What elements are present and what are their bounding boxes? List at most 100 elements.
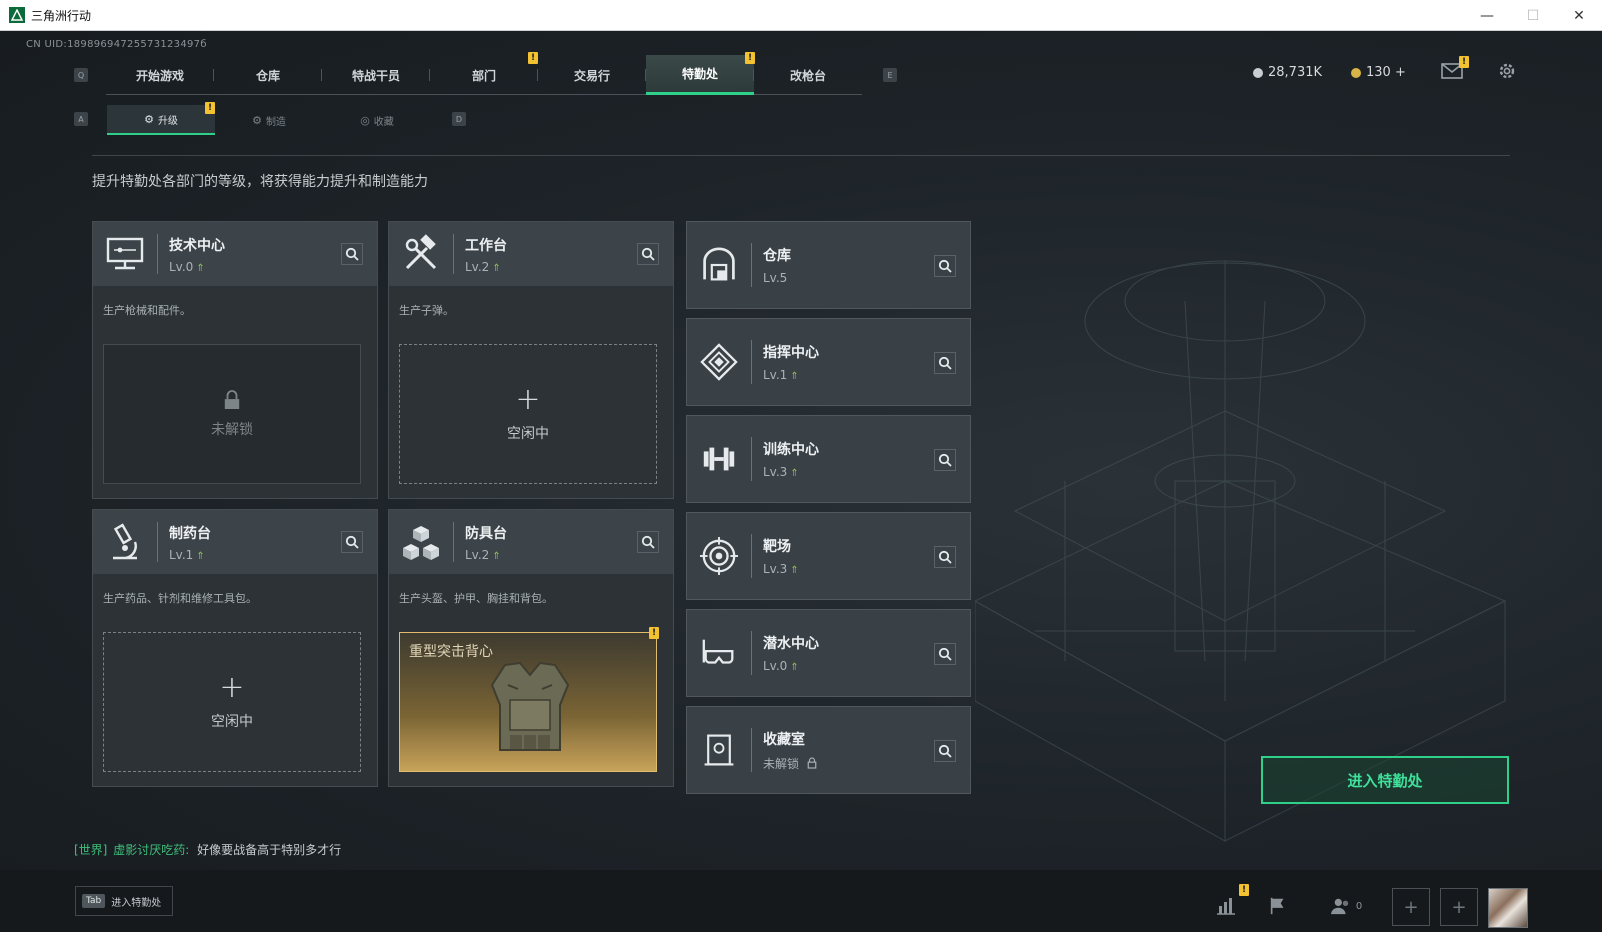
close-button[interactable]: ✕ bbox=[1556, 0, 1602, 31]
search-icon[interactable] bbox=[637, 531, 659, 553]
workbench-level: Lv.2 bbox=[465, 259, 490, 274]
tab-gunsmith[interactable]: 改枪台 bbox=[754, 55, 862, 95]
party-slot-1[interactable]: + bbox=[1392, 888, 1430, 926]
pharmacy-desc: 生产药品、针剂和维修工具包。 bbox=[103, 592, 257, 605]
tech-center-slot-label: 未解锁 bbox=[211, 422, 253, 438]
search-icon[interactable] bbox=[934, 546, 956, 568]
search-icon[interactable] bbox=[934, 255, 956, 277]
add-icon: + bbox=[219, 670, 245, 705]
cubes-icon bbox=[389, 510, 453, 574]
search-icon[interactable] bbox=[341, 531, 363, 553]
collection-icon: ◎ bbox=[360, 113, 370, 127]
subtab-craft-label: 制造 bbox=[265, 116, 286, 128]
chat-message: 好像要战备高于特别多才行 bbox=[197, 843, 342, 857]
upgrade-arrow-icon: ⇑ bbox=[492, 262, 501, 274]
card-diving-center[interactable]: 潜水中心 Lv.0 ⇑ bbox=[686, 609, 971, 697]
coupon-amount: 130 + bbox=[1366, 65, 1406, 80]
page-description: 提升特勤处各部门的等级，将获得能力提升和制造能力 bbox=[92, 174, 428, 190]
subtab-collection-label: 收藏 bbox=[373, 116, 394, 128]
app-logo-icon bbox=[9, 7, 25, 23]
key-hint-q: Q bbox=[74, 68, 88, 82]
card-shooting-range[interactable]: 靶场 Lv.3 ⇑ bbox=[686, 512, 971, 600]
card-command-center[interactable]: 指挥中心 Lv.1 ⇑ bbox=[686, 318, 971, 406]
card-collection-room[interactable]: 收藏室 未解锁 bbox=[686, 706, 971, 794]
card-training-center[interactable]: 训练中心 Lv.3 ⇑ bbox=[686, 415, 971, 503]
search-icon[interactable] bbox=[934, 740, 956, 762]
chat-channel: [世界] bbox=[74, 843, 108, 857]
collection-room-name: 收藏室 bbox=[763, 731, 805, 748]
subtab-upgrade[interactable]: ⚙ 升级 bbox=[107, 105, 215, 135]
minimize-button[interactable]: — bbox=[1464, 0, 1510, 31]
tab-operators[interactable]: 特战干员 bbox=[322, 55, 430, 95]
tab-special-ops[interactable]: 特勤处 bbox=[646, 55, 754, 95]
pharmacy-name: 制药台 bbox=[169, 525, 211, 542]
warehouse-icon bbox=[687, 221, 751, 309]
chat-user: 虚影讨厌吃药: bbox=[113, 843, 190, 857]
maximize-button[interactable]: ☐ bbox=[1510, 0, 1556, 31]
money-amount: 28,731K bbox=[1268, 65, 1323, 80]
search-icon[interactable] bbox=[637, 243, 659, 265]
settings-gear-icon[interactable] bbox=[1497, 61, 1517, 81]
player-avatar[interactable] bbox=[1488, 888, 1528, 928]
search-icon[interactable] bbox=[934, 643, 956, 665]
card-warehouse[interactable]: 仓库 Lv.5 bbox=[686, 221, 971, 309]
search-icon[interactable] bbox=[934, 352, 956, 374]
friends-count: 0 bbox=[1355, 900, 1363, 912]
upgrade-gear-icon: ⚙ bbox=[144, 112, 154, 126]
subtab-craft[interactable]: ⚙ 制造 bbox=[215, 105, 323, 135]
subtab-collection[interactable]: ◎ 收藏 bbox=[323, 105, 431, 135]
upgrade-arrow-icon: ⇑ bbox=[492, 550, 501, 562]
card-armor-bench[interactable]: 防具台 Lv.2 ⇑ 生产头盔、护甲、胸挂和背包。 重型突击背心 ! bbox=[388, 509, 674, 787]
tech-center-desc: 生产枪械和配件。 bbox=[103, 304, 191, 317]
add-icon: + bbox=[515, 382, 541, 417]
card-pharmacy[interactable]: 制药台 Lv.1 ⇑ 生产药品、针剂和维修工具包。 + 空闲中 bbox=[92, 509, 378, 787]
search-icon[interactable] bbox=[341, 243, 363, 265]
key-hint-d: D bbox=[452, 112, 466, 126]
tab-key: Tab bbox=[82, 894, 106, 908]
diving-mask-icon bbox=[687, 609, 751, 697]
microscope-icon bbox=[93, 510, 157, 574]
armor-bench-name: 防具台 bbox=[465, 525, 507, 542]
card-workbench[interactable]: 工作台 Lv.2 ⇑ 生产子弹。 + 空闲中 bbox=[388, 221, 674, 499]
friends-button[interactable]: 0 bbox=[1324, 888, 1368, 924]
target-icon bbox=[687, 512, 751, 600]
upgrade-arrow-icon: ⇑ bbox=[196, 550, 205, 562]
window-titlebar: 三角洲行动 — ☐ ✕ bbox=[0, 0, 1602, 31]
heavy-assault-vest-icon bbox=[490, 661, 570, 751]
training-center-level: Lv.3 bbox=[763, 465, 788, 479]
flag-icon[interactable] bbox=[1260, 888, 1296, 924]
window-title: 三角洲行动 bbox=[31, 8, 92, 23]
currency-money[interactable]: 28,731K bbox=[1253, 65, 1322, 80]
tab-enter-hint[interactable]: Tab 进入特勤处 bbox=[75, 886, 173, 916]
tab-market[interactable]: 交易行 bbox=[538, 55, 646, 95]
workbench-slot-idle[interactable]: + 空闲中 bbox=[399, 344, 657, 484]
enter-special-ops-button[interactable]: 进入特勤处 bbox=[1261, 756, 1509, 804]
user-uid: CN UID:18989694725573123497б bbox=[26, 39, 207, 50]
dumbbell-icon bbox=[687, 415, 751, 503]
collection-room-icon bbox=[687, 706, 751, 794]
card-tech-center[interactable]: 技术中心 Lv.0 ⇑ 生产枪械和配件。 未解锁 bbox=[92, 221, 378, 499]
tech-center-name: 技术中心 bbox=[169, 237, 225, 254]
lock-icon bbox=[224, 390, 240, 409]
department-alert-badge: ! bbox=[528, 52, 538, 64]
subtab-upgrade-label: 升级 bbox=[157, 115, 178, 127]
tab-department[interactable]: 部门 bbox=[430, 55, 538, 95]
armor-bench-desc: 生产头盔、护甲、胸挂和背包。 bbox=[399, 592, 553, 605]
armor-bench-level: Lv.2 bbox=[465, 547, 490, 562]
pharmacy-slot-label: 空闲中 bbox=[211, 714, 253, 730]
tab-warehouse[interactable]: 仓库 bbox=[214, 55, 322, 95]
currency-coupons[interactable]: 130 + bbox=[1351, 65, 1406, 80]
divider bbox=[92, 155, 1510, 156]
command-center-icon bbox=[687, 318, 751, 406]
shooting-range-name: 靶场 bbox=[763, 539, 791, 555]
armor-bench-item-slot[interactable]: 重型突击背心 bbox=[399, 632, 657, 772]
workbench-desc: 生产子弹。 bbox=[399, 304, 454, 317]
tab-start-game[interactable]: 开始游戏 bbox=[106, 55, 214, 95]
lock-icon bbox=[807, 756, 817, 769]
search-icon[interactable] bbox=[934, 449, 956, 471]
pharmacy-slot-idle[interactable]: + 空闲中 bbox=[103, 632, 361, 772]
training-center-name: 训练中心 bbox=[763, 442, 819, 458]
world-chat-line[interactable]: [世界] 虚影讨厌吃药: 好像要战备高于特别多才行 bbox=[74, 841, 341, 858]
command-center-name: 指挥中心 bbox=[763, 345, 819, 361]
party-slot-2[interactable]: + bbox=[1440, 888, 1478, 926]
